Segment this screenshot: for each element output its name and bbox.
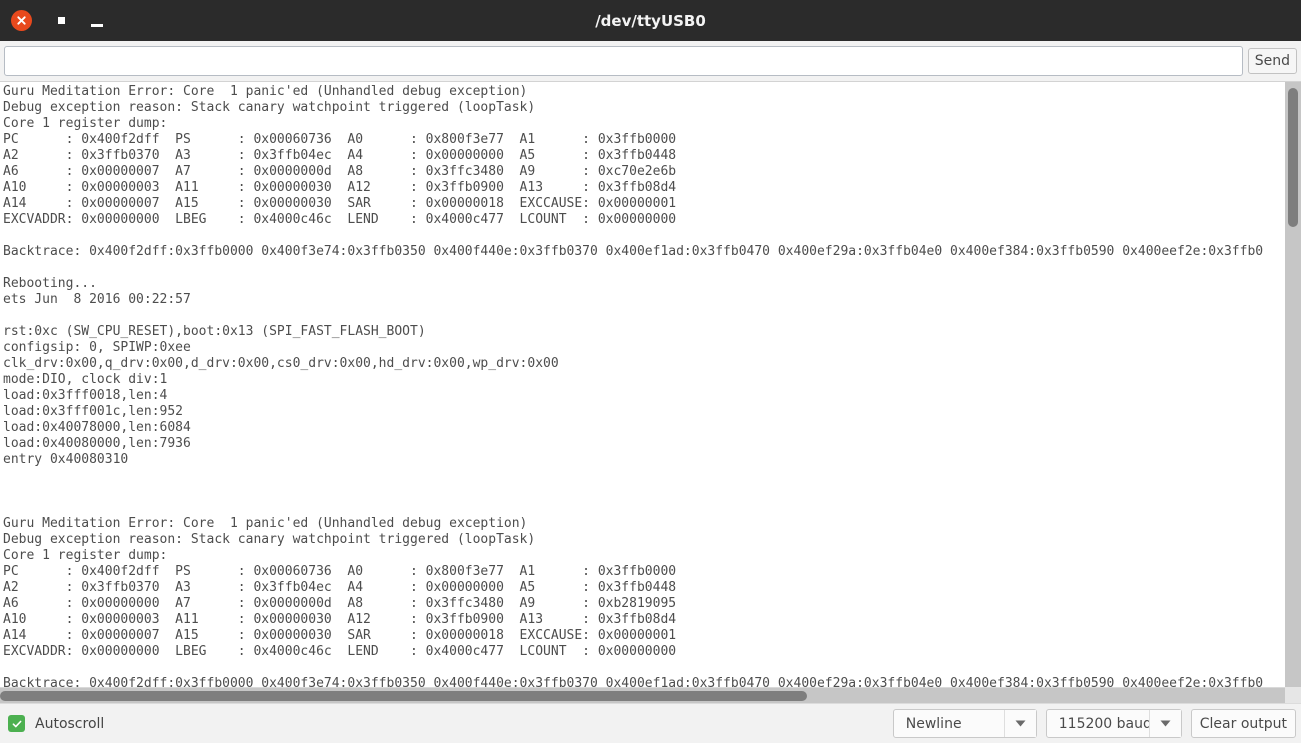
chevron-down-icon[interactable] [1148, 710, 1181, 737]
maximize-icon[interactable] [44, 10, 78, 31]
clear-output-button[interactable]: Clear output [1190, 709, 1296, 738]
horizontal-scrollbar-thumb[interactable] [0, 691, 807, 701]
serial-output-text[interactable]: Guru Meditation Error: Core 1 panic'ed (… [0, 82, 1285, 687]
checkmark-icon[interactable] [8, 715, 25, 732]
horizontal-scrollbar[interactable] [0, 687, 1301, 703]
scrollbar-corner [1285, 687, 1301, 703]
autoscroll-label: Autoscroll [35, 715, 105, 732]
status-bar: Autoscroll Newline 115200 baud Clear out… [0, 703, 1301, 743]
line-ending-value: Newline [905, 715, 962, 732]
serial-send-input[interactable] [4, 46, 1243, 76]
line-ending-select[interactable]: Newline [892, 709, 1037, 738]
close-icon[interactable] [11, 10, 32, 31]
baud-rate-select[interactable]: 115200 baud [1045, 709, 1182, 738]
send-row: Send [0, 41, 1301, 81]
minimize-icon[interactable] [80, 10, 114, 31]
window-controls [0, 10, 114, 31]
send-button[interactable]: Send [1247, 48, 1297, 74]
console-body: Guru Meditation Error: Core 1 panic'ed (… [0, 82, 1301, 687]
serial-monitor-window: /dev/ttyUSB0 Send Guru Meditation Error:… [0, 0, 1301, 743]
title-bar: /dev/ttyUSB0 [0, 0, 1301, 41]
vertical-scrollbar-thumb[interactable] [1288, 88, 1298, 228]
vertical-scrollbar[interactable] [1285, 82, 1301, 687]
baud-rate-value: 115200 baud [1058, 715, 1152, 732]
console-panel: Guru Meditation Error: Core 1 panic'ed (… [0, 81, 1301, 703]
autoscroll-toggle[interactable]: Autoscroll [8, 715, 104, 732]
chevron-down-icon[interactable] [1003, 710, 1036, 737]
window-title: /dev/ttyUSB0 [595, 11, 706, 30]
